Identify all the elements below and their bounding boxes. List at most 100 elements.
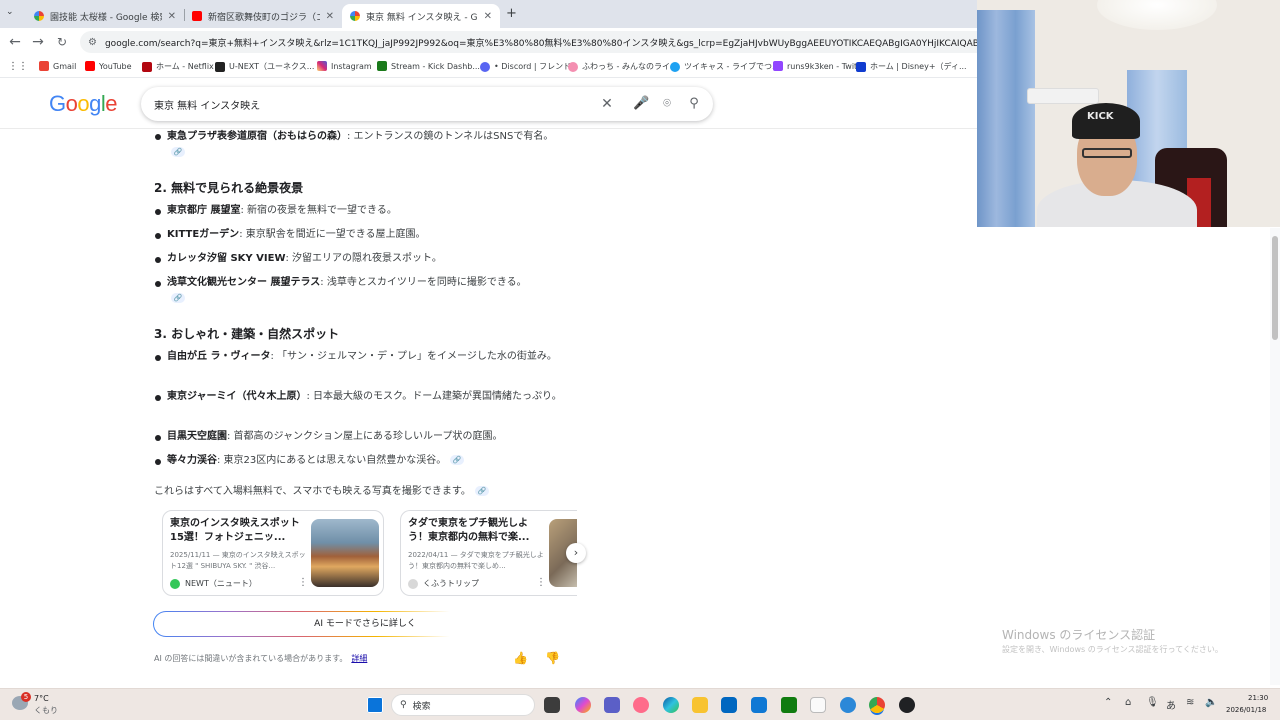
search-icon: ⚲ [400, 700, 407, 710]
volume-icon[interactable]: 🔈 [1205, 697, 1217, 708]
ime-indicator[interactable]: あ [1166, 697, 1176, 712]
thumbs-down-icon[interactable]: 👎 [545, 651, 560, 665]
taskbar-search[interactable]: ⚲ 検索 [391, 694, 535, 716]
list-item: KITTEガーデン: 東京駅舎を間近に一望できる屋上庭園。 [167, 229, 426, 240]
microphone-tray-icon[interactable]: 🎙 [1146, 697, 1159, 708]
tab-1[interactable]: 園技能 太桜様 - Google 検索 ✕ [26, 4, 184, 28]
microphone-icon[interactable]: 🎤 [633, 96, 649, 111]
clear-search-icon[interactable]: ✕ [599, 96, 615, 112]
outlook-icon[interactable] [751, 697, 767, 713]
bookmark-disney[interactable]: ホーム | Disney+（ディ... [856, 61, 967, 72]
widgets-icon[interactable] [633, 697, 649, 713]
clock-date[interactable]: 2026/01/18 [1226, 706, 1266, 714]
source-card[interactable]: 東京のインスタ映えスポット15選！フォトジェニッ... 2025/11/11 —… [162, 510, 384, 596]
link-icon[interactable]: 🔗 [171, 293, 185, 303]
more-options-icon[interactable]: ⋮ [536, 577, 546, 588]
newt-favicon-icon [170, 578, 180, 589]
close-tab-icon[interactable]: ✕ [168, 11, 176, 22]
notepad-icon[interactable] [810, 697, 826, 713]
ai-overview-content: 東急プラザ表参道原宿（おもはらの森）: エントランスの鏡のトンネルはSNSで有名… [0, 129, 977, 685]
bullet [155, 233, 161, 239]
curtain-left [977, 10, 1035, 227]
bookmark-gmail[interactable]: Gmail [39, 61, 76, 71]
windows-start-icon[interactable] [367, 697, 383, 713]
bookmark-twitcasting[interactable]: ツイキャス - ライブでつ... [670, 61, 780, 72]
tab-2[interactable]: 新宿区歌舞伎町のゴジラ（ゴジラヘ ✕ [184, 4, 342, 28]
tab-title: 東京 無料 インスタ映え - Google [366, 12, 478, 23]
file-explorer-icon[interactable] [692, 697, 708, 713]
ai-mode-button[interactable]: AI モードでさらに詳しく [153, 611, 577, 637]
details-link[interactable]: 詳細 [351, 654, 367, 663]
logo-letter: G [49, 91, 66, 116]
network-icon[interactable]: ⌂ [1125, 697, 1131, 708]
close-tab-icon[interactable]: ✕ [326, 11, 334, 22]
close-tab-icon[interactable]: ✕ [484, 11, 492, 22]
new-tab-button[interactable]: + [506, 6, 517, 21]
ai-disclaimer: AI の回答には間違いが含まれている場合があります。 詳細 [154, 654, 368, 663]
tokyo-station-night-image [311, 519, 379, 587]
reload-icon[interactable]: ↻ [54, 34, 70, 50]
bookmark-fuwacchi[interactable]: ふわっち - みんなのライ... [568, 61, 678, 72]
app-icon[interactable] [840, 697, 856, 713]
bookmark-kick[interactable]: Stream - Kick Dashb... [377, 61, 480, 71]
copilot-icon[interactable] [575, 697, 591, 713]
thumbs-up-icon[interactable]: 👍 [513, 651, 528, 665]
card-description: 2022/04/11 — タダで東京をプチ観光しよう！東京都内の無料で楽しめ..… [408, 551, 544, 570]
card-source: くふうトリップ [408, 578, 479, 589]
google-lens-icon[interactable]: ⌾ [659, 96, 675, 111]
bookmark-youtube[interactable]: YouTube [85, 61, 132, 71]
card-source: NEWT（ニュート） [170, 578, 257, 589]
back-arrow-icon[interactable]: ← [7, 34, 23, 50]
youtube-favicon-icon [192, 11, 202, 21]
apps-grid-icon[interactable]: ⋮⋮ [8, 61, 28, 72]
scrollbar-thumb[interactable] [1272, 236, 1278, 340]
wifi-icon[interactable]: ≋ [1186, 697, 1194, 708]
kick-icon [377, 61, 387, 71]
logo-letter: g [89, 91, 101, 116]
twitcasting-icon [670, 61, 680, 72]
google-header: Google 東京 無料 インスタ映え ✕ 🎤 ⌾ ⚲ [0, 79, 977, 129]
task-view-icon[interactable] [544, 697, 560, 713]
list-item: 等々力渓谷: 東京23区内にあるとは思えない自然豊かな渓谷。 🔗 [167, 453, 567, 469]
bookmark-unext[interactable]: U-NEXT（ユーネクス... [215, 61, 314, 72]
summary-text: これらはすべて入場料無料で、スマホでも映える写真を撮影できます。 🔗 [154, 482, 489, 497]
bullet [155, 134, 161, 140]
tab-list-dropdown-icon[interactable]: ⌄ [6, 7, 14, 17]
chrome-icon[interactable] [869, 697, 885, 713]
bookmark-netflix[interactable]: ホーム - Netflix [142, 61, 214, 72]
fuwacchi-icon [568, 61, 578, 72]
bookmark-instagram[interactable]: Instagram [317, 61, 372, 71]
site-info-icon[interactable]: ⚙ [88, 37, 97, 48]
xbox-icon[interactable] [781, 697, 797, 713]
bullet [155, 257, 161, 263]
search-box[interactable]: 東京 無料 インスタ映え ✕ 🎤 ⌾ ⚲ [141, 87, 713, 121]
link-icon[interactable]: 🔗 [474, 486, 489, 496]
clock-time[interactable]: 21:30 [1248, 694, 1268, 702]
forward-arrow-icon[interactable]: → [30, 34, 46, 50]
bookmark-twitch[interactable]: runs9k3ken - Twitch [773, 61, 867, 71]
tab-title: 園技能 太桜様 - Google 検索 [50, 12, 162, 23]
list-item: カレッタ汐留 SKY VIEW: 汐留エリアの隠れ夜景スポット。 [167, 253, 442, 264]
edge-icon[interactable] [663, 697, 679, 713]
logo-letter: o [77, 91, 90, 116]
card-description: 2025/11/11 — 東京のインスタ映えスポット12選 " SHIBUYA … [170, 551, 306, 570]
more-options-icon[interactable]: ⋮ [298, 577, 308, 588]
source-card[interactable]: タダで東京をプチ観光しよう！東京都内の無料で楽... 2022/04/11 — … [400, 510, 577, 596]
tab-3-active[interactable]: 東京 無料 インスタ映え - Google ✕ [342, 4, 500, 28]
bullet [155, 435, 161, 441]
show-hidden-icons-icon[interactable]: ⌃ [1104, 697, 1112, 708]
google-logo[interactable]: Google [49, 91, 118, 117]
bookmark-discord[interactable]: • Discord | フレンド [480, 61, 571, 72]
activation-watermark-text: 設定を開き、Windows のライセンス認証を行ってください。 [1002, 645, 1223, 654]
search-query-text[interactable]: 東京 無料 インスタ映え [154, 97, 260, 112]
activation-watermark-title: Windows のライセンス認証 [1002, 628, 1156, 642]
link-icon[interactable]: 🔗 [171, 147, 185, 157]
teams-icon[interactable] [604, 697, 620, 713]
carousel-next-icon[interactable]: › [566, 543, 586, 563]
recording-app-icon[interactable] [899, 697, 915, 713]
weather-widget[interactable]: 5 7°C くもり [12, 692, 72, 716]
search-icon[interactable]: ⚲ [686, 96, 702, 111]
microsoft-store-icon[interactable] [721, 697, 737, 713]
link-icon[interactable]: 🔗 [450, 455, 465, 465]
logo-letter: e [105, 91, 118, 116]
